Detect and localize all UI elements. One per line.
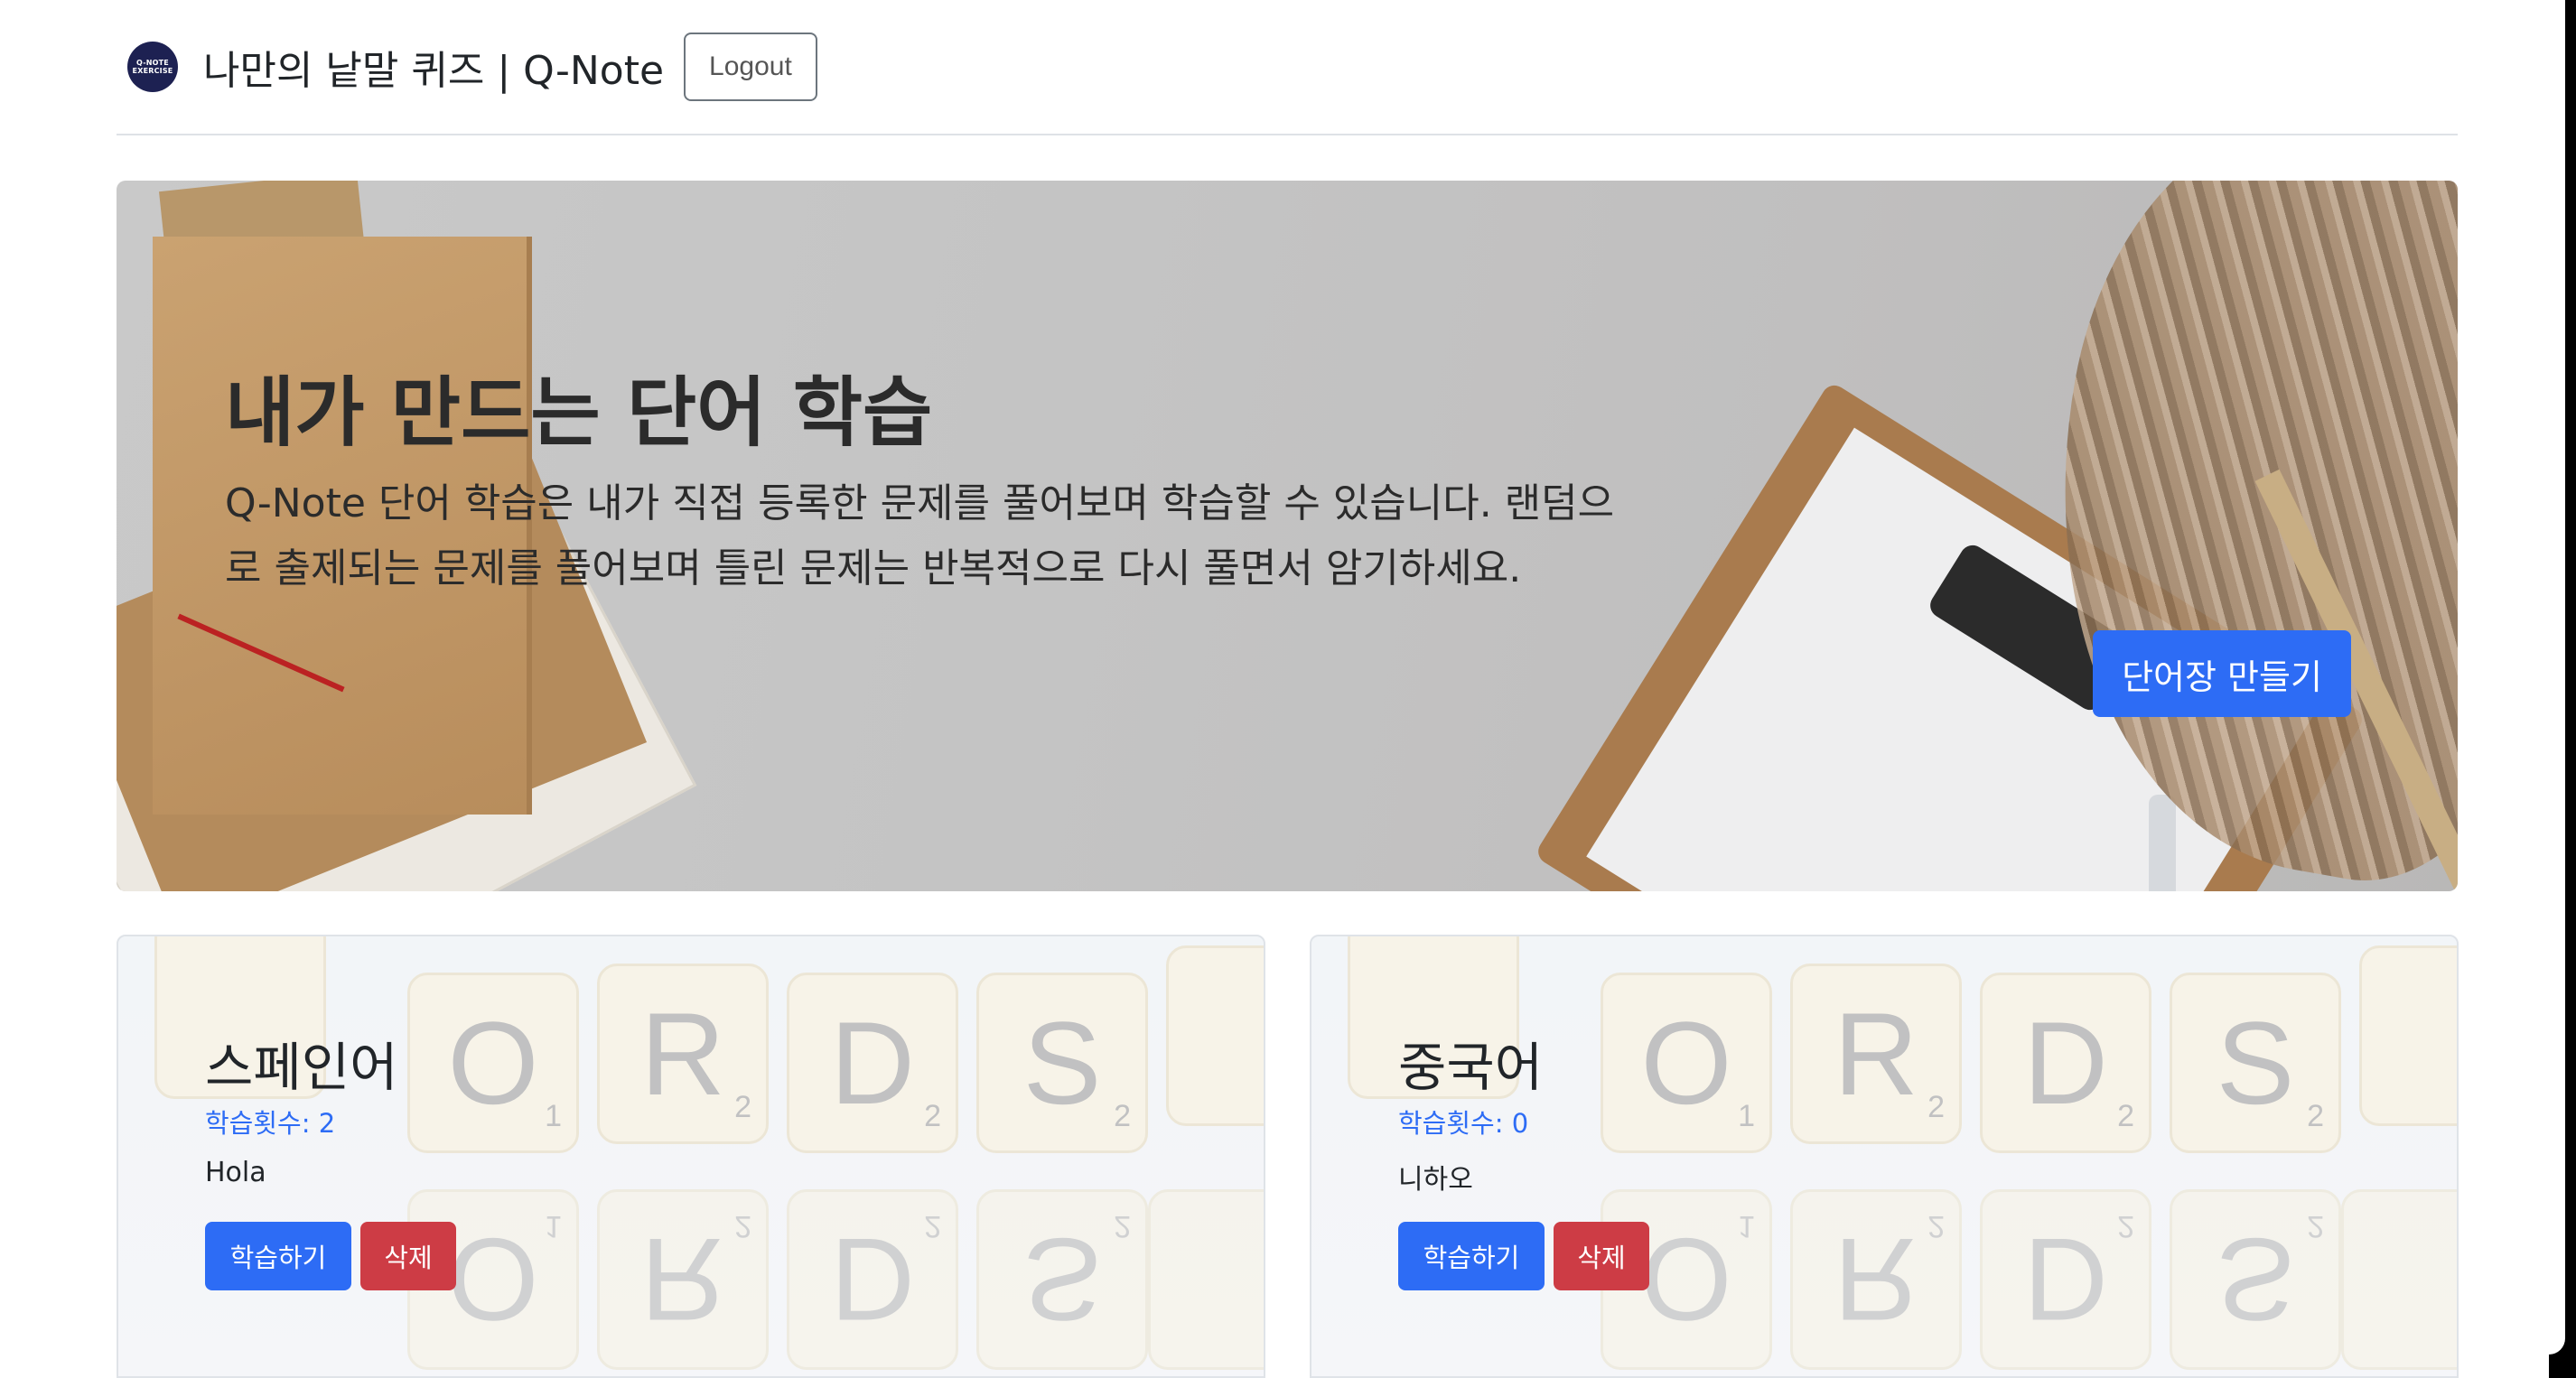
wordbook-title: 스페인어 — [205, 1037, 398, 1098]
study-button[interactable]: 학습하기 — [205, 1222, 351, 1290]
site-title[interactable]: 나만의 낱말 퀴즈 | Q-Note — [203, 38, 664, 96]
logo-text-line-2: EXERCISE — [132, 67, 173, 75]
delete-button[interactable]: 삭제 — [1554, 1222, 1649, 1290]
logo-icon[interactable]: Q-NOTE EXERCISE — [127, 42, 178, 92]
wordbook-card: O1 R2 D2 S2 O1 R2 D2 S2 중국어 학습횟수: 0 니하오 … — [1310, 935, 2459, 1378]
wordbook-card: O1 R2 D2 S2 O1 R2 D2 S2 스페인어 학습횟수: 2 Hol… — [117, 935, 1265, 1378]
hero-title: 내가 만드는 단어 학습 — [225, 368, 933, 457]
study-count-label: 학습횟수: — [205, 1108, 319, 1139]
wordbook-title: 중국어 — [1398, 1037, 1544, 1098]
study-count: 학습횟수: 2 — [205, 1103, 335, 1141]
study-count-value: 2 — [318, 1108, 336, 1139]
study-count: 학습횟수: 0 — [1398, 1103, 1528, 1141]
pen-decoration — [2149, 795, 2176, 891]
site-header: Q-NOTE EXERCISE 나만의 낱말 퀴즈 | Q-Note Logou… — [117, 0, 2458, 135]
logo-text-line-1: Q-NOTE — [136, 59, 169, 67]
delete-button[interactable]: 삭제 — [360, 1222, 456, 1290]
page: Q-NOTE EXERCISE 나만의 낱말 퀴즈 | Q-Note Logou… — [0, 0, 2576, 1378]
logout-button[interactable]: Logout — [684, 33, 817, 101]
create-wordbook-button[interactable]: 단어장 만들기 — [2093, 630, 2351, 717]
study-button[interactable]: 학습하기 — [1398, 1222, 1545, 1290]
hero-banner: 내가 만드는 단어 학습 Q-Note 단어 학습은 내가 직접 등록한 문제를… — [117, 181, 2458, 891]
hero-description: Q-Note 단어 학습은 내가 직접 등록한 문제를 풀어보며 학습할 수 있… — [225, 480, 1615, 591]
study-count-value: 0 — [1511, 1108, 1529, 1139]
wordbook-sample-word: 니하오 — [1398, 1164, 1473, 1196]
wordbook-sample-word: Hola — [205, 1157, 266, 1188]
window-edge — [2549, 0, 2576, 1378]
study-count-label: 학습횟수: — [1398, 1108, 1512, 1139]
